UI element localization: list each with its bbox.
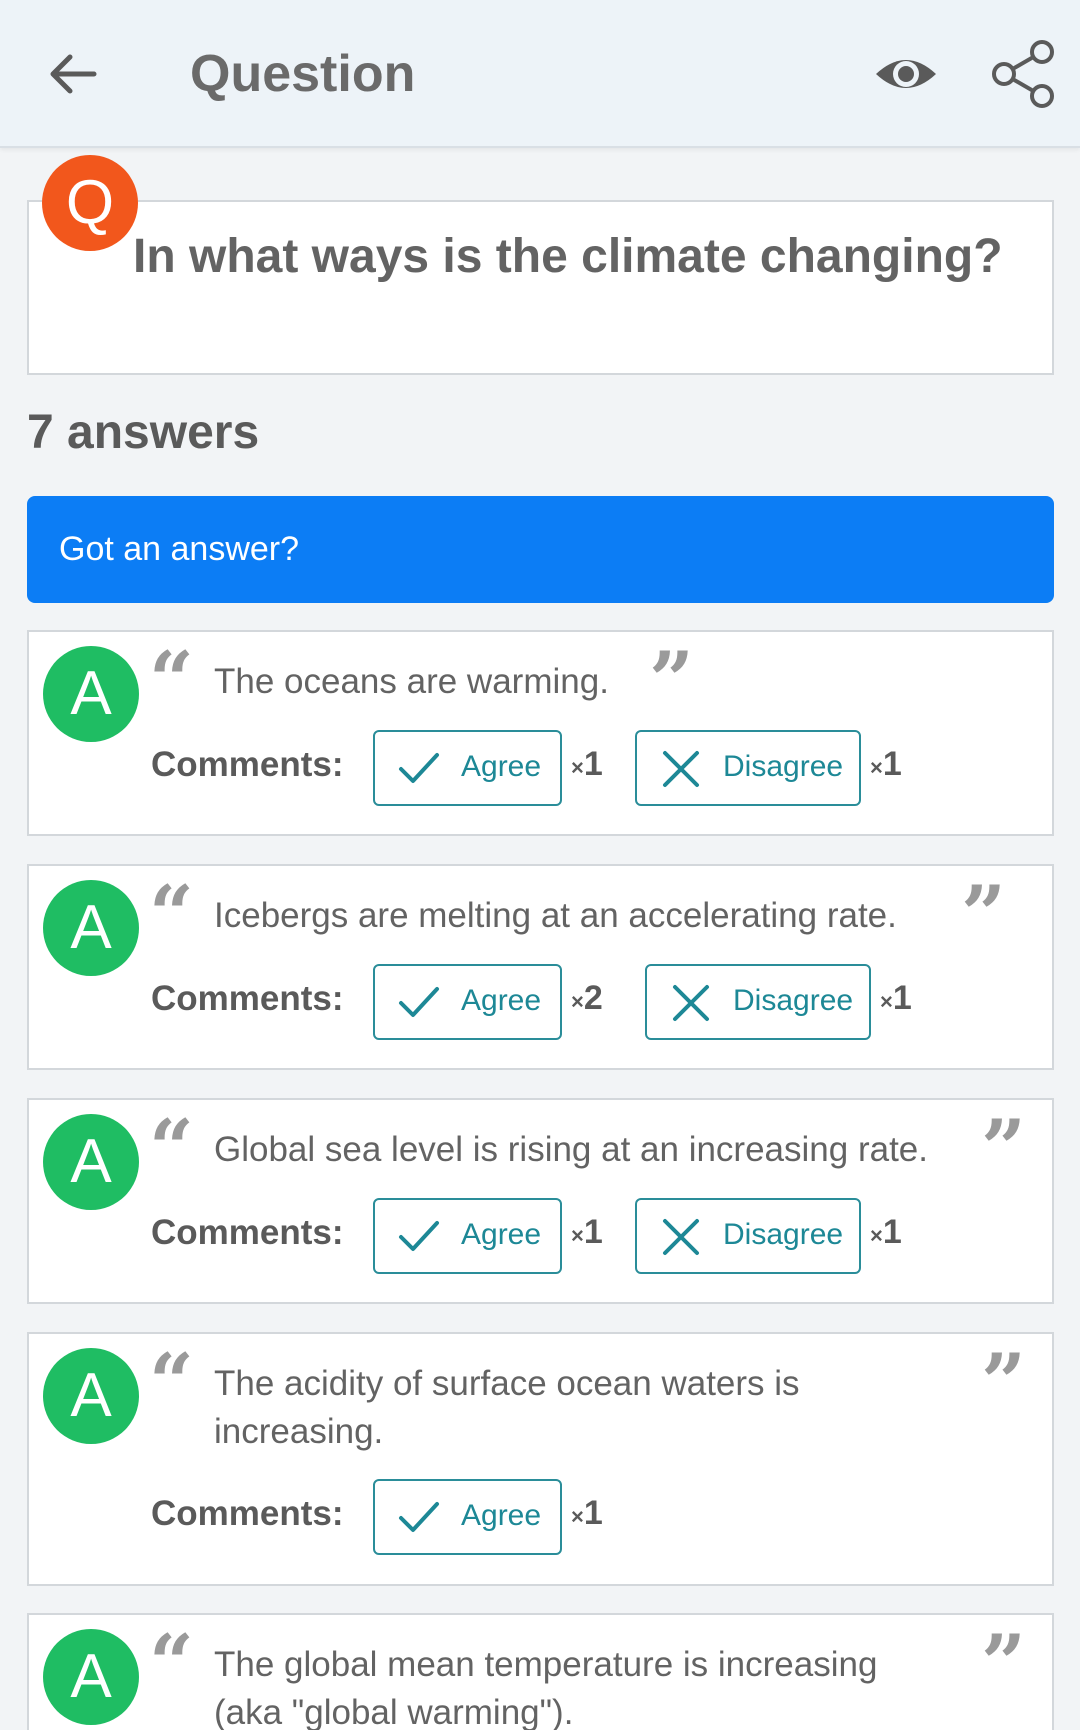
agree-label: Agree (461, 984, 542, 1017)
answer-badge: A (43, 646, 139, 742)
comments-label: Comments: (151, 1494, 344, 1533)
disagree-count: ×1 (870, 1213, 902, 1251)
share-icon (992, 40, 1054, 108)
agree-count: ×1 (571, 745, 603, 783)
agree-count: ×1 (571, 1213, 603, 1251)
answer-card: A “ Icebergs are melting at an accelerat… (27, 864, 1054, 1070)
question-badge: Q (42, 155, 138, 251)
answer-badge: A (43, 1348, 139, 1444)
agree-button[interactable]: Agree (373, 1479, 562, 1555)
answer-text: The global mean temperature is increasin… (214, 1645, 878, 1730)
answer-text: Icebergs are melting at an accelerating … (214, 896, 897, 935)
disagree-button[interactable]: Disagree (635, 1198, 861, 1274)
x-icon (673, 985, 709, 1021)
answer-card: A “ The oceans are warming. ” Comments: … (27, 630, 1054, 836)
open-quote-icon: “ (149, 1337, 194, 1428)
page-title: Question (190, 45, 416, 103)
close-quote-icon: ” (981, 1618, 1026, 1709)
answer-badge: A (43, 1114, 139, 1210)
agree-count: ×1 (571, 1494, 603, 1532)
check-icon (399, 1502, 439, 1532)
share-button[interactable] (988, 38, 1056, 110)
disagree-label: Disagree (733, 984, 854, 1017)
answer-text: The acidity of surface ocean waters is i… (214, 1364, 800, 1451)
question-card (27, 200, 1054, 375)
question-text: In what ways is the climate changing? (133, 230, 1003, 283)
comments-label: Comments: (151, 1213, 344, 1252)
open-quote-icon: “ (149, 635, 194, 726)
answer-card: A “ The acidity of surface ocean waters … (27, 1332, 1054, 1586)
answer-card: A “ The global mean temperature is incre… (27, 1613, 1054, 1730)
back-button[interactable] (44, 44, 104, 104)
arrow-left-icon (50, 54, 97, 94)
got-an-answer-button[interactable]: Got an answer? (27, 496, 1054, 603)
comments-label: Comments: (151, 745, 344, 784)
open-quote-icon: “ (149, 1618, 194, 1709)
agree-label: Agree (461, 1218, 542, 1251)
answer-text: The oceans are warming. (214, 662, 609, 701)
answer-text: Global sea level is rising at an increas… (214, 1130, 928, 1169)
close-quote-icon: ” (981, 1337, 1026, 1428)
answers-count: 7 answers (27, 406, 260, 459)
agree-button[interactable]: Agree (373, 730, 562, 806)
disagree-button[interactable]: Disagree (645, 964, 871, 1040)
answer-card: A “ Global sea level is rising at an inc… (27, 1098, 1054, 1304)
disagree-button[interactable]: Disagree (635, 730, 861, 806)
close-quote-icon: ” (961, 869, 1006, 960)
eye-icon (876, 60, 936, 88)
open-quote-icon: “ (149, 869, 194, 960)
answer-badge: A (43, 1629, 139, 1725)
x-icon (663, 751, 699, 787)
disagree-label: Disagree (723, 1218, 844, 1251)
watch-button[interactable] (872, 46, 940, 102)
comments-label: Comments: (151, 979, 344, 1018)
disagree-label: Disagree (723, 750, 844, 783)
agree-label: Agree (461, 1499, 542, 1532)
agree-button[interactable]: Agree (373, 1198, 562, 1274)
agree-count: ×2 (571, 979, 603, 1017)
answer-badge: A (43, 880, 139, 976)
x-icon (663, 1219, 699, 1255)
agree-button[interactable]: Agree (373, 964, 562, 1040)
top-app-bar: Question (0, 0, 1080, 148)
check-icon (399, 1221, 439, 1251)
check-icon (399, 753, 439, 783)
close-quote-icon: ” (981, 1103, 1026, 1194)
check-icon (399, 987, 439, 1017)
disagree-count: ×1 (880, 979, 912, 1017)
disagree-count: ×1 (870, 745, 902, 783)
close-quote-icon: ” (649, 635, 694, 726)
agree-label: Agree (461, 750, 542, 783)
open-quote-icon: “ (149, 1103, 194, 1194)
